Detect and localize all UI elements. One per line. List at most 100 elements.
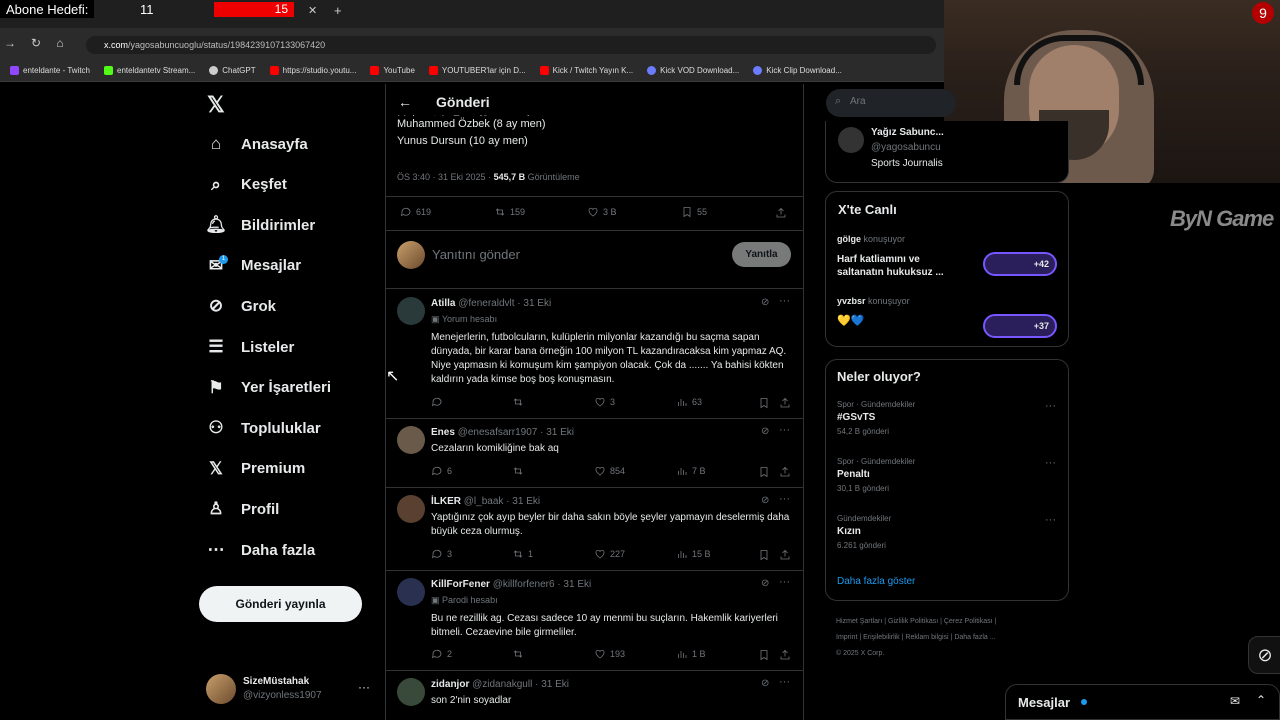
tweet-retweet-button[interactable]: 159 xyxy=(494,206,525,218)
sidebar-item-9[interactable]: 𝕏 Premium xyxy=(205,449,305,489)
live-space-title-1[interactable]: Harf katliamını ve saltanatın hukuksuz .… xyxy=(837,253,962,279)
reply-views-button[interactable]: 15 B xyxy=(676,548,711,560)
tweet-reply-button[interactable]: 619 xyxy=(400,206,431,218)
reply-reply-button[interactable]: 2 xyxy=(431,648,452,660)
trend-item[interactable]: Gündemdekiler Kızın 6.261 gönderi xyxy=(837,514,1057,550)
sidebar-item-4[interactable]: ✉ Mesajlar xyxy=(205,246,301,286)
bookmark-kick-vod[interactable]: Kick VOD Download... xyxy=(647,66,739,75)
sidebar-item-5[interactable]: ⊘ Grok xyxy=(205,286,276,326)
grok-floating-icon[interactable]: ⊘ xyxy=(1248,636,1280,674)
more-options-icon[interactable]: ··· xyxy=(779,295,790,307)
reply-views-button[interactable]: 7 B xyxy=(676,465,706,477)
x-logo-icon[interactable]: 𝕏 xyxy=(207,92,225,118)
more-options-icon[interactable]: ··· xyxy=(779,576,790,588)
footer-link[interactable]: Imprint xyxy=(836,634,857,641)
trend-more-icon[interactable]: ··· xyxy=(1045,400,1056,412)
footer-link[interactable]: Hizmet Şartları xyxy=(836,618,882,625)
bookmark-twitch[interactable]: enteldante - Twitch xyxy=(10,66,90,75)
reply-views-button[interactable]: 63 xyxy=(676,396,702,408)
reply-bookmark-button[interactable] xyxy=(758,648,770,666)
bookmark-kick-twitch[interactable]: Kick / Twitch Yayın K... xyxy=(539,66,633,75)
reply-like-button[interactable]: 3 xyxy=(594,396,615,408)
trend-more-icon[interactable]: ··· xyxy=(1045,514,1056,526)
new-message-icon[interactable]: ✉ xyxy=(1230,694,1240,708)
sidebar-item-2[interactable]: ⌕ Keşfet xyxy=(205,165,287,205)
reply-retweet-button[interactable] xyxy=(512,396,528,408)
reply-retweet-button[interactable] xyxy=(512,465,528,477)
tweet-bookmark-button[interactable]: 55 xyxy=(681,206,707,218)
reply-reply-button[interactable]: 3 xyxy=(431,548,452,560)
profile-card[interactable]: Yağız Sabunc... @yagosabuncu Sports Jour… xyxy=(825,121,1069,183)
footer-link[interactable]: Daha fazla ... xyxy=(954,634,995,641)
bookmark-kick[interactable]: enteldantetv Stream... xyxy=(104,66,195,75)
bookmark-youtubers[interactable]: YOUTUBER'lar için D... xyxy=(428,66,526,75)
bookmark-kick-clip[interactable]: Kick Clip Download... xyxy=(753,66,842,75)
tab-close-icon[interactable]: ✕ xyxy=(308,4,317,17)
trend-item[interactable]: Spor · Gündemdekiler Penaltı 30,1 B gönd… xyxy=(837,457,1057,493)
grok-explain-icon[interactable]: ⊘ xyxy=(761,678,769,689)
sidebar-item-7[interactable]: ⚑ Yer İşaretleri xyxy=(205,368,331,408)
reply-avatar[interactable] xyxy=(397,678,425,706)
reply-bookmark-button[interactable] xyxy=(758,465,770,483)
footer-link[interactable]: Gizlilik Politikası xyxy=(888,618,938,625)
reply-reply-button[interactable]: 6 xyxy=(431,465,452,477)
reply-retweet-button[interactable] xyxy=(512,648,528,660)
trend-more-icon[interactable]: ··· xyxy=(1045,457,1056,469)
tweet-like-button[interactable]: 3 B xyxy=(587,206,617,218)
bookmark-studio[interactable]: https://studio.youtu... xyxy=(269,66,356,75)
live-space-title-2[interactable]: 💛💙 xyxy=(837,314,864,327)
sidebar-item-1[interactable]: ⌂ Anasayfa xyxy=(205,124,308,164)
reply-share-button[interactable] xyxy=(779,648,791,666)
reply-reply-button[interactable] xyxy=(431,396,447,408)
reply-avatar[interactable] xyxy=(397,578,425,606)
reply-bookmark-button[interactable] xyxy=(758,396,770,414)
reply-like-button[interactable]: 193 xyxy=(594,648,625,660)
new-tab-icon[interactable]: + xyxy=(334,3,342,18)
reply-share-button[interactable] xyxy=(779,548,791,566)
sidebar-item-6[interactable]: ☰ Listeler xyxy=(205,327,294,367)
trend-item[interactable]: Spor · Gündemdekiler #GSvTS 54,2 B gönde… xyxy=(837,400,1057,436)
messages-drawer[interactable]: Mesajlar ✉ ⌃ xyxy=(1005,684,1280,720)
reply-like-button[interactable]: 227 xyxy=(594,548,625,560)
sidebar-item-3[interactable]: 🔔︎ Bildirimler xyxy=(205,205,315,245)
reply-author[interactable]: Atilla xyxy=(431,298,455,309)
tweet-share-button[interactable] xyxy=(775,206,787,224)
grok-explain-icon[interactable]: ⊘ xyxy=(761,578,769,589)
expand-icon[interactable]: ⌃ xyxy=(1256,693,1266,707)
reply-like-button[interactable]: 854 xyxy=(594,465,625,477)
reply-bookmark-button[interactable] xyxy=(758,548,770,566)
more-options-icon[interactable]: ··· xyxy=(779,424,790,436)
sidebar-item-10[interactable]: ♙ Profil xyxy=(205,489,279,529)
reply-avatar[interactable] xyxy=(397,426,425,454)
reply-author[interactable]: Enes xyxy=(431,427,455,438)
reload-icon[interactable]: ↻ xyxy=(28,36,44,50)
reply-author[interactable]: İLKER xyxy=(431,496,461,507)
reply-share-button[interactable] xyxy=(779,396,791,414)
grok-explain-icon[interactable]: ⊘ xyxy=(761,297,769,308)
more-options-icon[interactable]: ··· xyxy=(779,676,790,688)
forward-icon[interactable]: → xyxy=(2,36,18,50)
reply-composer-input[interactable]: Yanıtını gönder xyxy=(432,247,520,262)
grok-explain-icon[interactable]: ⊘ xyxy=(761,495,769,506)
account-menu-icon[interactable]: ··· xyxy=(358,680,370,694)
reply-author[interactable]: zidanjor xyxy=(431,679,469,690)
reply-avatar[interactable] xyxy=(397,297,425,325)
post-button[interactable]: Gönderi yayınla xyxy=(199,586,362,622)
bookmark-youtube[interactable]: YouTube xyxy=(370,66,415,75)
footer-link[interactable]: Çerez Politikası xyxy=(944,618,993,625)
home-icon[interactable]: ⌂ xyxy=(52,36,68,50)
grok-explain-icon[interactable]: ⊘ xyxy=(761,426,769,437)
sidebar-item-8[interactable]: ⚇ Topluluklar xyxy=(205,408,320,448)
bookmark-chatgpt[interactable]: ChatGPT xyxy=(209,66,256,75)
reply-submit-button[interactable]: Yanıtla xyxy=(732,242,791,267)
url-input[interactable]: x.com/yagosabuncuoglu/status/19842391071… xyxy=(86,36,936,54)
search-box[interactable]: ⌕ Ara xyxy=(826,89,956,117)
footer-link[interactable]: Erişilebilirlik xyxy=(863,634,900,641)
sidebar-item-11[interactable]: ⋯ Daha fazla xyxy=(205,530,316,570)
reply-views-button[interactable]: 1 B xyxy=(676,648,706,660)
live-join-2[interactable]: +37 xyxy=(983,314,1057,338)
reply-retweet-button[interactable]: 1 xyxy=(512,548,533,560)
reply-author[interactable]: KillForFener xyxy=(431,579,490,590)
footer-link[interactable]: Reklam bilgisi xyxy=(905,634,948,641)
live-join-1[interactable]: +42 xyxy=(983,252,1057,276)
